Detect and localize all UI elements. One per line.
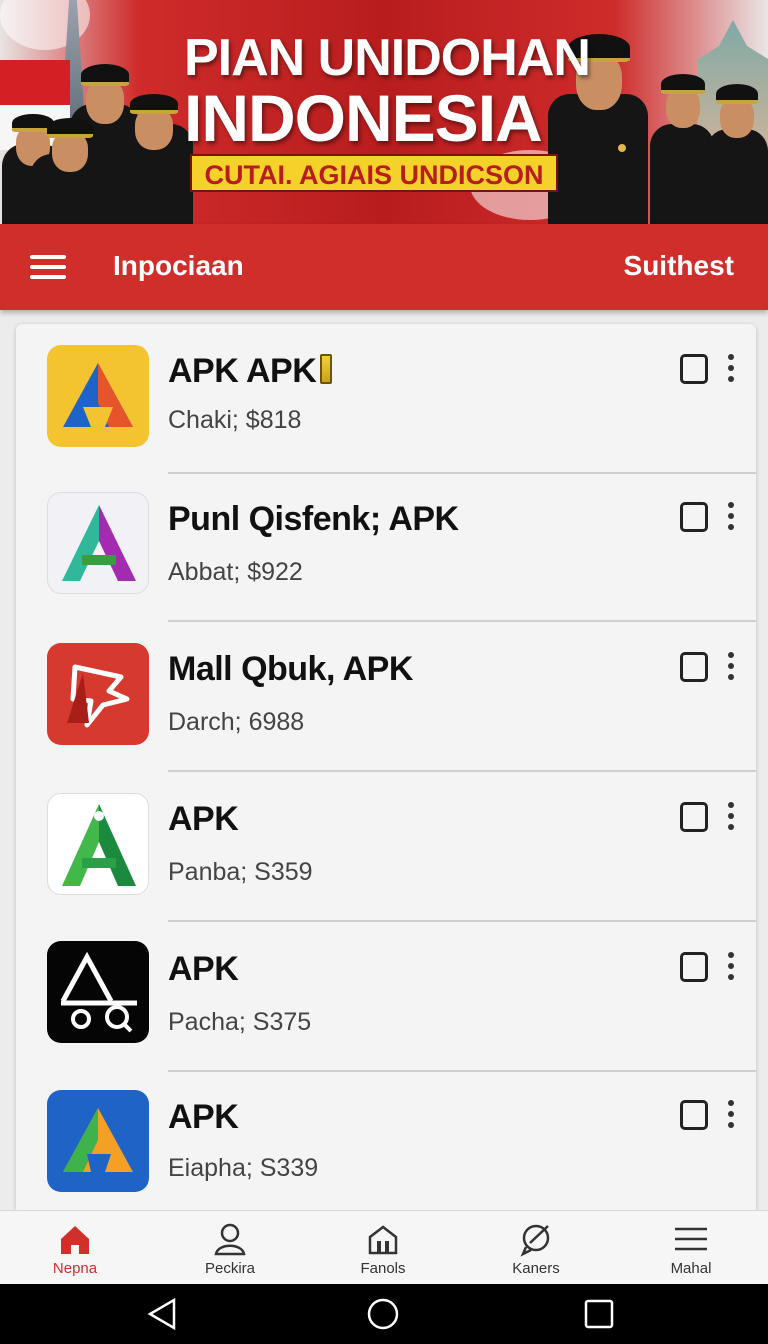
nav-label: Kaners xyxy=(512,1260,560,1277)
app-price: Eiapha; S339 xyxy=(168,1154,319,1182)
list-item[interactable]: APK Pacha; S375 xyxy=(16,922,756,1072)
more-options-icon[interactable] xyxy=(724,952,738,984)
app-bar: Inpociaan Suithest xyxy=(0,224,768,310)
more-options-icon[interactable] xyxy=(724,802,738,834)
select-checkbox[interactable] xyxy=(680,502,708,532)
app-name: APK APK xyxy=(168,352,333,391)
blue-a-logo-icon xyxy=(47,1090,149,1192)
select-checkbox[interactable] xyxy=(680,652,708,682)
app-price: Panba; S359 xyxy=(168,858,313,886)
app-price: Pacha; S375 xyxy=(168,1008,312,1036)
red-bird-logo-icon xyxy=(47,643,149,745)
more-options-icon[interactable] xyxy=(724,1100,738,1132)
app-price: Chaki; $818 xyxy=(168,406,302,434)
banner-title-line2: INDONESIA xyxy=(184,81,543,155)
back-icon[interactable] xyxy=(142,1296,182,1332)
app-name: Punl Qisfenk; APK xyxy=(168,500,459,538)
system-navigation-bar xyxy=(0,1284,768,1344)
select-checkbox[interactable] xyxy=(680,1100,708,1130)
nav-label: Fanols xyxy=(360,1260,406,1277)
banner-officers-left-graphic xyxy=(0,34,200,224)
select-checkbox[interactable] xyxy=(680,952,708,982)
app-price: Abbat; $922 xyxy=(168,558,303,586)
list-item[interactable]: APK Eiapha; S339 xyxy=(16,1072,756,1214)
home-icon xyxy=(61,1226,89,1254)
banner-subtitle: CUTAI. AGIAIS UNDICSON xyxy=(190,154,558,192)
app-name: Mall Qbuk, APK xyxy=(168,650,413,688)
more-options-icon[interactable] xyxy=(724,652,738,684)
select-checkbox[interactable] xyxy=(680,802,708,832)
bottom-navigation: Nepna Peckira Fanols Kaners Mahal xyxy=(0,1210,768,1284)
battery-icon xyxy=(320,354,333,384)
more-options-icon[interactable] xyxy=(724,354,738,386)
list-item[interactable]: APK Panba; S359 xyxy=(16,772,756,922)
nav-item-store[interactable]: Fanols xyxy=(308,1211,458,1285)
banner-title-line1: PIAN UNIDOHAN xyxy=(184,29,591,87)
app-name: APK xyxy=(168,800,239,838)
chat-icon xyxy=(520,1224,550,1257)
nav-item-profile[interactable]: Peckira xyxy=(155,1211,305,1285)
promo-banner[interactable]: PIAN UNIDOHAN INDONESIA CUTAI. AGIAIS UN… xyxy=(0,0,768,224)
nav-item-chat[interactable]: Kaners xyxy=(461,1211,611,1285)
app-name: APK xyxy=(168,1098,239,1136)
green-a-logo-icon xyxy=(47,793,149,895)
select-checkbox[interactable] xyxy=(680,354,708,384)
app-bar-title: Inpociaan xyxy=(113,250,244,281)
list-icon xyxy=(675,1227,707,1251)
nav-label: Nepna xyxy=(52,1260,98,1277)
nav-label: Peckira xyxy=(204,1260,256,1277)
app-name: APK xyxy=(168,950,239,988)
hamburger-menu-icon[interactable] xyxy=(30,255,66,279)
nav-item-home[interactable]: Nepna xyxy=(0,1211,150,1285)
nav-item-list[interactable]: Mahal xyxy=(616,1211,766,1285)
list-item[interactable]: Punl Qisfenk; APK Abbat; $922 xyxy=(16,472,756,622)
store-icon xyxy=(368,1225,398,1255)
app-list: APK APK Chaki; $818 Punl Qisfenk; APK Ab… xyxy=(16,324,756,1214)
purple-green-a-logo-icon xyxy=(47,492,149,594)
recents-icon[interactable] xyxy=(579,1296,619,1332)
app-bar-action-button[interactable]: Suithest xyxy=(624,250,734,282)
person-icon xyxy=(214,1223,246,1256)
list-item[interactable]: Mall Qbuk, APK Darch; 6988 xyxy=(16,622,756,772)
nav-label: Mahal xyxy=(670,1260,712,1277)
more-options-icon[interactable] xyxy=(724,502,738,534)
list-item[interactable]: APK APK Chaki; $818 xyxy=(16,324,756,474)
app-price: Darch; 6988 xyxy=(168,708,305,736)
orange-blue-a-logo-icon xyxy=(47,345,149,447)
home-circle-icon[interactable] xyxy=(363,1296,403,1332)
black-aq-logo-icon xyxy=(47,941,149,1043)
